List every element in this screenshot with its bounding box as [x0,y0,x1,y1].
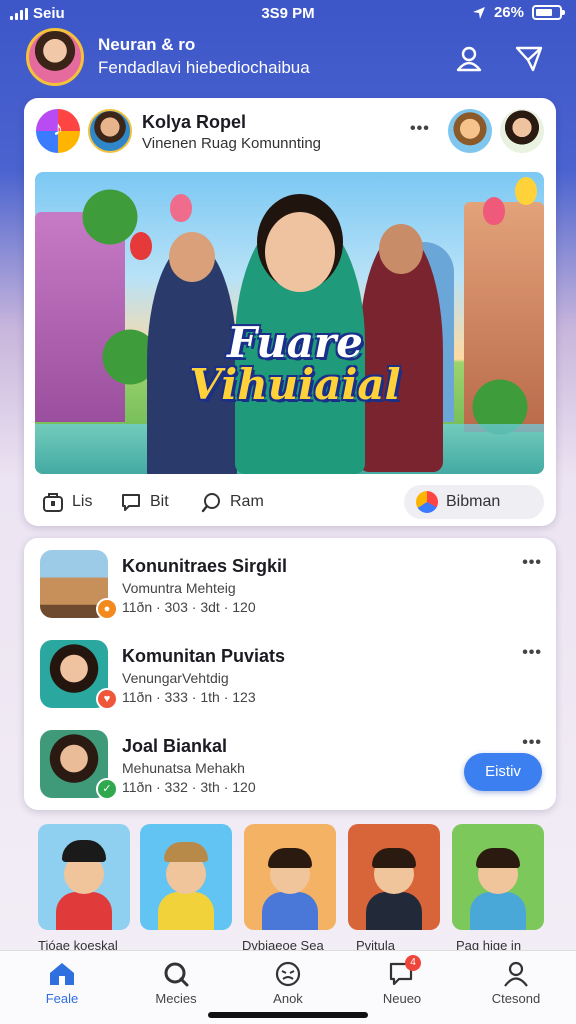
banner-title: Fuare Vihuiaial [155,322,435,406]
battery-percent: 26% [493,4,524,21]
person-head [265,212,335,292]
kid-hair [372,848,416,868]
send-icon [515,46,543,72]
gallery: Tióae koeskal Dvbiaeoe Sea Pvitula Pag h… [38,824,548,954]
list-item[interactable]: ● Konunitraes Sirgkil Vomuntra Mehteig 1… [24,540,556,626]
reaction-emoji-icon [416,491,438,513]
reactions-button[interactable]: Bibman [404,485,544,519]
share-icon [201,493,220,513]
community-badge-icon: ✓ [96,778,118,800]
person-bell-icon [456,46,482,72]
comment-icon [122,494,140,511]
chat-icon: 4 [387,955,421,987]
share-button[interactable]: Ram [200,490,264,514]
gallery-tile[interactable] [244,824,336,930]
header: Neuran & ro Fendadlavi hiebediochaibua [0,26,576,92]
comment-label: Bit [150,493,169,510]
community-badge-icon: ♥ [96,688,118,710]
home-indicator [208,1012,368,1018]
like-label: Lis [72,493,93,510]
nav-face-label: Anok [273,991,303,1006]
join-button[interactable]: Eistiv [464,753,542,791]
status-bar: Seiu 3S9 PM 26% [0,0,576,28]
notification-badge: 4 [405,955,421,971]
item-more-icon[interactable]: ••• [522,554,542,572]
face-icon [275,961,301,987]
community-title: Joal Biankal [122,736,228,756]
kid-body [262,892,318,930]
item-more-icon[interactable]: ••• [522,734,542,752]
notifications-button[interactable] [454,44,484,74]
send-button[interactable] [514,44,544,74]
community-subtitle: VenungarVehtdig [122,670,229,686]
like-button[interactable]: Lis [42,490,92,514]
community-meta: 11ðn · 333 · 1th · 123 [122,689,256,705]
community-meta: 11ðn · 303 · 3dt · 120 [122,599,256,615]
share-label: Ram [230,493,264,510]
kid-hair [476,848,520,868]
community-title: Komunitan Puviats [122,646,286,666]
gallery-tile[interactable] [38,824,130,930]
gallery-tile[interactable] [140,824,232,930]
nav-home[interactable]: Feale [12,959,112,1009]
search-icon [164,962,189,987]
balloon [515,177,537,205]
user-name: Neuran & ro [98,35,196,54]
post-card: Kolya Ropel Vinenen Ruag Komunnting ••• … [24,98,556,526]
list-item[interactable]: ♥ Komunitan Puviats VenungarVehtdig 11ðn… [24,630,556,716]
hat-icon [62,840,106,862]
kid-body [470,892,526,930]
comment-button[interactable]: Bit [120,490,169,514]
balloon [483,197,505,225]
nav-profile-label: Ctesond [491,991,541,1006]
community-list-card: ● Konunitraes Sirgkil Vomuntra Mehteig 1… [24,538,556,810]
user-avatar[interactable] [26,28,84,86]
community-subtitle: Vomuntra Mehteig [122,580,236,596]
kid-body [366,892,422,930]
item-more-icon[interactable]: ••• [522,644,542,662]
reactions-label: Bibman [446,493,501,510]
community-meta: 11ðn · 332 · 3th · 120 [122,779,256,795]
profile-icon [504,961,528,987]
person-head [379,224,423,274]
location-icon [472,6,485,19]
community-badge-icon: ● [96,598,118,620]
like-icon [43,493,63,512]
balloon [130,232,152,260]
banner-title-line2: Vihuiaial [189,360,401,409]
member-avatar[interactable] [448,109,492,153]
nav-face[interactable]: Anok [238,959,338,1009]
member-avatar[interactable] [500,109,544,153]
hat-icon [164,842,208,862]
balloon [170,194,192,222]
home-icon [50,963,74,985]
kid-body [158,892,214,930]
gallery-tile[interactable] [452,824,544,930]
battery-icon [532,5,565,20]
status-right: 26% [472,4,565,21]
user-subtitle: Fendadlavi hiebediochaibua [98,58,310,77]
author-avatar[interactable] [88,109,132,153]
nav-messages-label: Neueo [382,991,422,1006]
community-subtitle: Mehunatsa Mehakh [122,760,245,776]
nav-messages[interactable]: 4 Neueo [352,955,452,1009]
music-app-icon[interactable] [36,109,80,153]
nav-search[interactable]: Mecies [126,959,226,1009]
post-more-icon[interactable]: ••• [410,120,430,138]
community-title: Konunitraes Sirgkil [122,556,288,576]
gallery-tile[interactable] [348,824,440,930]
post-community[interactable]: Vinenen Ruag Komunnting [142,135,321,152]
post-banner-image[interactable]: Fuare Vihuiaial [35,172,544,474]
post-author[interactable]: Kolya Ropel [142,112,246,133]
nav-search-label: Mecies [155,991,197,1006]
kid-body [56,892,112,930]
kid-hair [268,848,312,868]
nav-profile[interactable]: Ctesond [466,959,566,1009]
nav-home-label: Feale [45,991,79,1006]
person-head [169,232,215,282]
